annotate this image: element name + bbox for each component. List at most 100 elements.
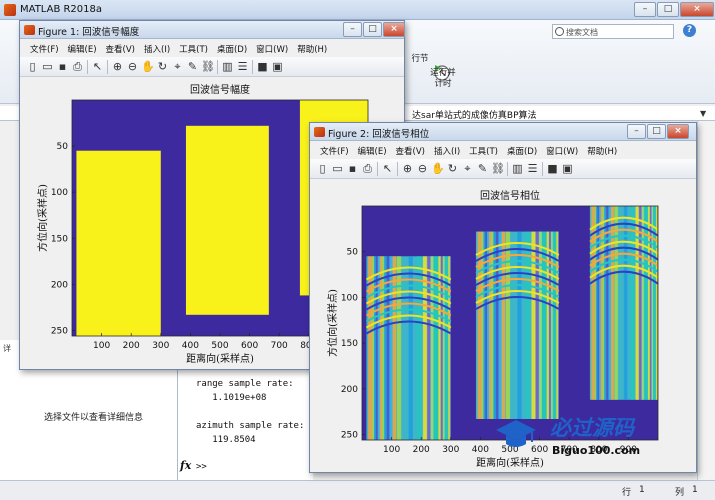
show-plot-tools-icon[interactable]: ▣ (561, 162, 574, 175)
menu-help[interactable]: 帮助(H) (583, 141, 622, 159)
menu-view[interactable]: 查看(V) (392, 141, 430, 159)
status-row-label: 行 (622, 488, 632, 498)
data-cursor-icon[interactable]: ⌖ (171, 60, 184, 73)
zoom-out-icon[interactable]: ⊖ (416, 162, 429, 175)
hide-plot-tools-icon[interactable]: ■ (546, 162, 559, 175)
toolbar-separator (217, 60, 218, 74)
command-output-line: 119.8504 (196, 435, 256, 445)
menu-help[interactable]: 帮助(H) (293, 39, 332, 57)
current-path-text: 达sar单站式的成像仿真BP算法 (412, 111, 537, 121)
data-cursor-icon[interactable]: ⌖ (461, 162, 474, 175)
y-tick-label: 50 (347, 248, 359, 258)
target-region (185, 125, 269, 315)
menu-edit[interactable]: 编辑(E) (354, 141, 392, 159)
figure1-maximize-button[interactable]: □ (363, 22, 382, 37)
pan-icon[interactable]: ✋ (141, 60, 155, 73)
x-tick-label: 100 (383, 445, 400, 455)
zoom-in-icon[interactable]: ⊕ (111, 60, 124, 73)
run-and-time-button[interactable]: 运行并 计时 (428, 68, 458, 90)
menu-view[interactable]: 查看(V) (102, 39, 140, 57)
colorbar-icon[interactable]: ▥ (511, 162, 524, 175)
save-icon[interactable]: ▪ (56, 60, 69, 73)
menu-insert[interactable]: 插入(I) (430, 141, 465, 159)
brush-icon[interactable]: ✎ (186, 60, 199, 73)
legend-icon[interactable]: ☰ (236, 60, 249, 73)
command-output-line: azimuth sample rate: (196, 421, 305, 431)
legend-icon[interactable]: ☰ (526, 162, 539, 175)
brush-icon[interactable]: ✎ (476, 162, 489, 175)
menu-desktop[interactable]: 桌面(D) (503, 141, 542, 159)
figure1-close-button[interactable]: × (383, 22, 405, 37)
y-tick-label: 100 (51, 188, 68, 198)
run-section-button[interactable]: 行节 (408, 54, 432, 65)
phase-region (366, 256, 451, 440)
close-button[interactable]: × (680, 2, 714, 17)
figure2-minimize-button[interactable]: – (627, 124, 646, 139)
zoom-out-icon[interactable]: ⊖ (126, 60, 139, 73)
y-tick-label: 100 (341, 293, 358, 303)
open-icon[interactable]: ▭ (331, 162, 344, 175)
menu-file[interactable]: 文件(F) (316, 141, 354, 159)
search-documentation-input[interactable]: 搜索文档 (552, 24, 674, 39)
colorbar-icon[interactable]: ▥ (221, 60, 234, 73)
pointer-icon[interactable]: ↖ (381, 162, 394, 175)
rotate-icon[interactable]: ↻ (156, 60, 169, 73)
y-tick-label: 150 (51, 234, 68, 244)
phase-region (475, 231, 559, 419)
hide-plot-tools-icon[interactable]: ■ (256, 60, 269, 73)
y-tick-label: 200 (51, 280, 68, 290)
link-icon[interactable]: ⛓ (491, 162, 505, 175)
menu-window[interactable]: 窗口(W) (542, 141, 583, 159)
print-icon[interactable]: ⎙ (71, 60, 84, 73)
link-icon[interactable]: ⛓ (201, 60, 215, 73)
figure2-menu-bar: 文件(F) 编辑(E) 查看(V) 插入(I) 工具(T) 桌面(D) 窗口(W… (310, 141, 696, 159)
figure2-maximize-button[interactable]: □ (647, 124, 666, 139)
graduation-cap-icon (496, 420, 536, 447)
maximize-button[interactable]: □ (657, 2, 679, 17)
details-message: 选择文件以查看详细信息 (44, 413, 144, 423)
figure1-minimize-button[interactable]: – (343, 22, 362, 37)
toolbar-separator (397, 162, 398, 176)
rotate-icon[interactable]: ↻ (446, 162, 459, 175)
menu-window[interactable]: 窗口(W) (252, 39, 293, 57)
figure1-window-controls: – □ × (342, 22, 405, 38)
y-tick-label: 250 (51, 326, 68, 336)
x-tick-label: 600 (241, 341, 258, 351)
path-dropdown-icon[interactable]: ▼ (700, 109, 706, 118)
right-scroll-area[interactable] (697, 121, 715, 480)
pan-icon[interactable]: ✋ (431, 162, 445, 175)
menu-tools[interactable]: 工具(T) (465, 141, 503, 159)
command-prompt[interactable]: >> (196, 462, 207, 472)
menu-insert[interactable]: 插入(I) (140, 39, 175, 57)
menu-desktop[interactable]: 桌面(D) (213, 39, 252, 57)
show-plot-tools-icon[interactable]: ▣ (271, 60, 284, 73)
x-tick-label: 700 (271, 341, 288, 351)
figure1-menu-bar: 文件(F) 编辑(E) 查看(V) 插入(I) 工具(T) 桌面(D) 窗口(W… (20, 39, 404, 57)
pointer-icon[interactable]: ↖ (91, 60, 104, 73)
main-title-bar: MATLAB R2018a – □ × (0, 0, 715, 20)
details-header: 详 (3, 344, 11, 353)
figure-icon (314, 127, 325, 137)
function-browser-icon[interactable]: fx (180, 459, 191, 472)
new-icon[interactable]: ▯ (316, 162, 329, 175)
command-window[interactable]: range sample rate: 1.1019e+08 azimuth sa… (178, 370, 313, 480)
minimize-button[interactable]: – (634, 2, 656, 17)
x-tick-label: 100 (93, 341, 110, 351)
command-output-line: range sample rate: (196, 379, 294, 389)
menu-tools[interactable]: 工具(T) (175, 39, 213, 57)
menu-file[interactable]: 文件(F) (26, 39, 64, 57)
chart-title: 回波信号幅度 (190, 83, 250, 96)
zoom-in-icon[interactable]: ⊕ (401, 162, 414, 175)
toolbar-separator (252, 60, 253, 74)
status-col-value: 1 (692, 485, 698, 495)
open-icon[interactable]: ▭ (41, 60, 54, 73)
print-icon[interactable]: ⎙ (361, 162, 374, 175)
y-tick-label: 250 (341, 431, 358, 441)
menu-edit[interactable]: 编辑(E) (64, 39, 102, 57)
help-button[interactable]: ? (683, 24, 696, 37)
save-icon[interactable]: ▪ (346, 162, 359, 175)
chart-title: 回波信号相位 (480, 189, 540, 202)
matlab-logo-icon (4, 4, 16, 16)
new-icon[interactable]: ▯ (26, 60, 39, 73)
figure2-close-button[interactable]: × (667, 124, 689, 139)
